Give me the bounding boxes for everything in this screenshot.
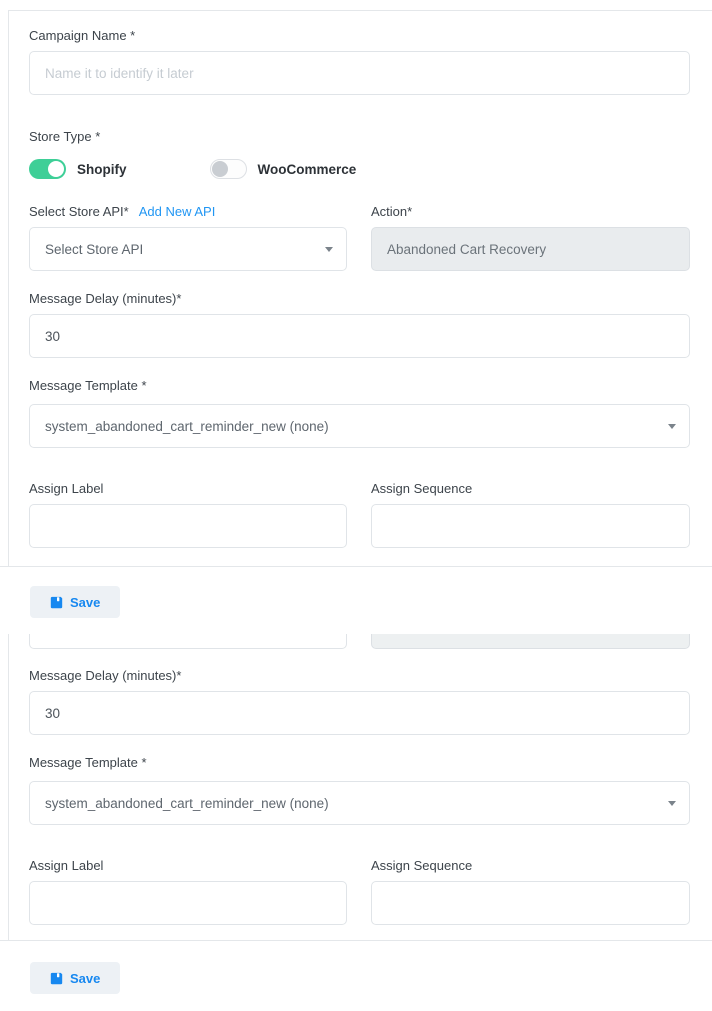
assign-label-row-2: Assign Label Assign Sequence xyxy=(29,858,699,873)
assign-sequence-input-2[interactable] xyxy=(371,881,690,925)
assign-label-input[interactable] xyxy=(29,504,347,548)
assign-sequence-input[interactable] xyxy=(371,504,690,548)
store-api-select[interactable]: Select Store API xyxy=(29,227,347,271)
add-new-api-link[interactable]: Add New API xyxy=(139,204,216,219)
campaign-form-card-2: Message Delay (minutes)* Message Templat… xyxy=(8,634,712,940)
save-button-label: Save xyxy=(70,595,100,610)
api-action-label-row: Select Store API* Add New API Action* xyxy=(29,204,699,219)
chevron-down-icon xyxy=(668,424,676,429)
message-template-selected-value: system_abandoned_cart_reminder_new (none… xyxy=(45,796,329,811)
save-button-2[interactable]: Save xyxy=(30,962,120,994)
assign-label-label: Assign Label xyxy=(29,481,347,496)
store-api-selected-value: Select Store API xyxy=(45,242,143,257)
action-input-clipped xyxy=(371,634,690,649)
assign-label-label: Assign Label xyxy=(29,858,347,873)
message-delay-input[interactable] xyxy=(29,314,690,358)
woocommerce-switch-icon xyxy=(210,159,247,179)
store-api-select-clipped[interactable] xyxy=(29,634,347,649)
form1-footer: Save xyxy=(0,566,712,634)
message-template-selected-value: system_abandoned_cart_reminder_new (none… xyxy=(45,419,329,434)
save-button-label: Save xyxy=(70,971,100,986)
action-input-disabled: Abandoned Cart Recovery xyxy=(371,227,690,271)
assign-label-row: Assign Label Assign Sequence xyxy=(29,481,699,496)
assign-sequence-label: Assign Sequence xyxy=(371,858,690,873)
chevron-down-icon xyxy=(668,801,676,806)
message-delay-label: Message Delay (minutes)* xyxy=(29,668,699,683)
campaign-form-card: Campaign Name * Store Type * Shopify Woo… xyxy=(8,10,712,566)
store-type-toggles: Shopify WooCommerce xyxy=(29,159,699,179)
campaign-name-label: Campaign Name * xyxy=(29,28,699,43)
message-template-label: Message Template * xyxy=(29,378,699,393)
shopify-switch-icon xyxy=(29,159,66,179)
assign-label-input-2[interactable] xyxy=(29,881,347,925)
woocommerce-toggle-label: WooCommerce xyxy=(258,162,357,177)
shopify-toggle-label: Shopify xyxy=(77,162,127,177)
clipped-field-row xyxy=(29,634,699,649)
save-floppy-icon xyxy=(50,596,63,609)
woocommerce-toggle[interactable]: WooCommerce xyxy=(210,159,357,179)
message-delay-input-2[interactable] xyxy=(29,691,690,735)
action-label: Action* xyxy=(371,204,690,219)
assign-sequence-label: Assign Sequence xyxy=(371,481,690,496)
action-value: Abandoned Cart Recovery xyxy=(387,242,546,257)
message-template-label: Message Template * xyxy=(29,755,699,770)
campaign-name-input[interactable] xyxy=(29,51,690,95)
store-api-label: Select Store API* xyxy=(29,204,129,219)
message-template-select[interactable]: system_abandoned_cart_reminder_new (none… xyxy=(29,404,690,448)
chevron-down-icon xyxy=(325,247,333,252)
save-button[interactable]: Save xyxy=(30,586,120,618)
message-template-select-2[interactable]: system_abandoned_cart_reminder_new (none… xyxy=(29,781,690,825)
shopify-toggle[interactable]: Shopify xyxy=(29,159,127,179)
api-action-field-row: Select Store API Abandoned Cart Recovery xyxy=(29,227,699,271)
message-delay-label: Message Delay (minutes)* xyxy=(29,291,699,306)
form2-footer: Save xyxy=(0,940,712,1011)
top-spacer xyxy=(0,0,712,10)
store-type-label: Store Type * xyxy=(29,129,699,144)
save-floppy-icon xyxy=(50,972,63,985)
assign-field-row xyxy=(29,504,699,548)
assign-field-row-2 xyxy=(29,881,699,925)
